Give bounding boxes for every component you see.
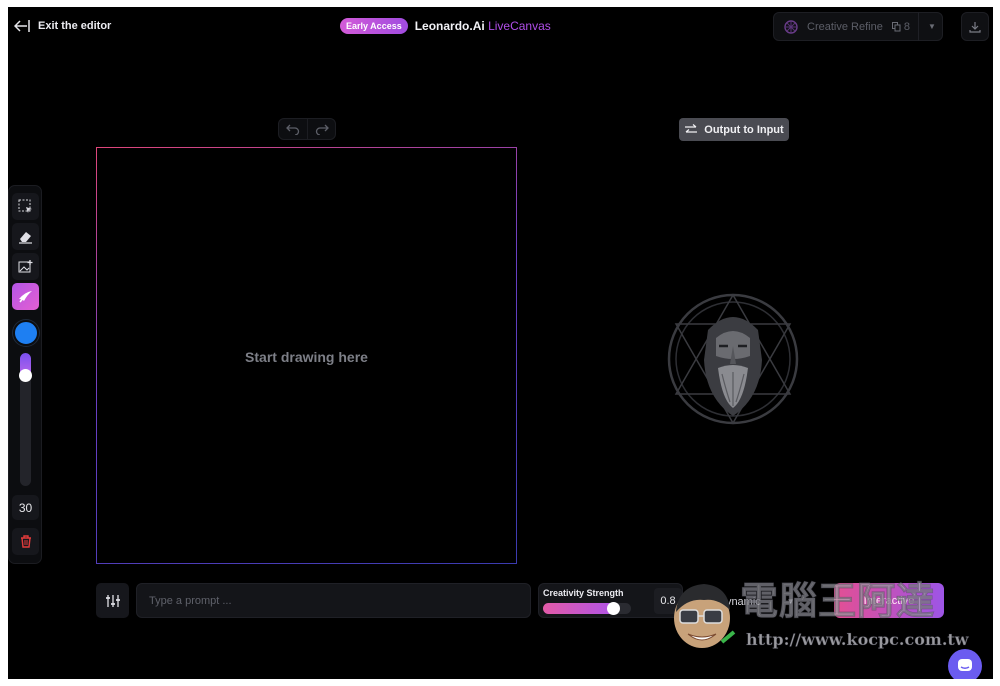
generation-settings-button[interactable] [96, 583, 129, 618]
generated-output-image [667, 293, 799, 425]
brush-size-knob[interactable] [19, 369, 32, 382]
history-controls [278, 118, 336, 140]
app-title: Early Access Leonardo.Ai LiveCanvas [340, 18, 551, 34]
interactive-mode-button[interactable]: Interactive [834, 583, 944, 618]
brand-title: Leonardo.Ai LiveCanvas [415, 19, 551, 33]
redo-button[interactable] [307, 119, 335, 139]
brand-name: Leonardo.Ai [414, 19, 485, 33]
creative-refine-button[interactable]: Creative Refine 8 ▼ [773, 12, 943, 41]
refine-token-count: 8 [891, 20, 910, 33]
live-canvas-editor: Exit the editor Early Access Leonardo.Ai… [8, 7, 993, 679]
refine-count-value: 8 [903, 20, 910, 33]
brush-color-picker[interactable] [13, 320, 39, 346]
creativity-strength-knob[interactable] [607, 602, 620, 615]
eraser-tool[interactable] [12, 223, 39, 250]
prompt-input[interactable] [136, 583, 531, 618]
chat-icon [958, 659, 972, 671]
clear-canvas-button[interactable] [12, 528, 39, 555]
selection-icon [18, 199, 32, 213]
select-tool[interactable] [12, 193, 39, 220]
early-access-badge: Early Access [340, 18, 408, 34]
brush-size-value[interactable]: 30 [12, 495, 39, 520]
output-to-input-button[interactable]: Output to Input [679, 118, 789, 141]
creativity-strength-label: Creativity Strength [543, 588, 624, 598]
drawing-canvas[interactable]: Start drawing here [96, 147, 517, 564]
canvas-hint: Start drawing here [245, 348, 368, 365]
exit-editor-label: Exit the editor [38, 20, 112, 32]
watermark-url: http://www.kocpc.com.tw [746, 630, 969, 650]
style-dropdown[interactable]: Dynamic ▼ [698, 585, 820, 618]
interactive-mode-label: Interactive [863, 594, 915, 607]
undo-button[interactable] [279, 119, 307, 139]
output-to-input-label: Output to Input [704, 123, 784, 136]
refine-divider [917, 12, 919, 41]
swap-arrows-icon [685, 124, 698, 133]
creativity-strength-control: Creativity Strength 0.8 [538, 583, 683, 618]
trash-icon [20, 535, 31, 548]
exit-editor-button[interactable]: Exit the editor [14, 19, 111, 33]
chevron-down-icon[interactable]: ▼ [928, 22, 936, 31]
token-icon [891, 21, 901, 31]
download-button[interactable] [961, 12, 989, 41]
redo-icon [315, 124, 329, 135]
image-plus-icon [18, 259, 33, 272]
download-icon [969, 21, 981, 33]
brush-icon [19, 291, 32, 303]
undo-icon [286, 124, 300, 135]
drawing-toolbar: 30 [8, 185, 42, 564]
style-icon [699, 597, 708, 606]
brush-tool[interactable] [12, 283, 39, 310]
image-upload-tool[interactable] [12, 253, 39, 280]
chat-support-button[interactable] [948, 649, 982, 679]
creativity-strength-value[interactable]: 0.8 [654, 588, 682, 614]
chevron-down-icon: ▼ [786, 597, 795, 606]
eraser-icon [19, 231, 32, 244]
arrow-left-exit-icon [14, 20, 30, 32]
sliders-icon [105, 594, 120, 607]
style-label: Dynamic [718, 595, 761, 608]
refine-icon [784, 19, 798, 34]
brand-product: LiveCanvas [488, 19, 551, 33]
creative-refine-label: Creative Refine [807, 20, 883, 33]
creativity-strength-fill [543, 603, 613, 614]
